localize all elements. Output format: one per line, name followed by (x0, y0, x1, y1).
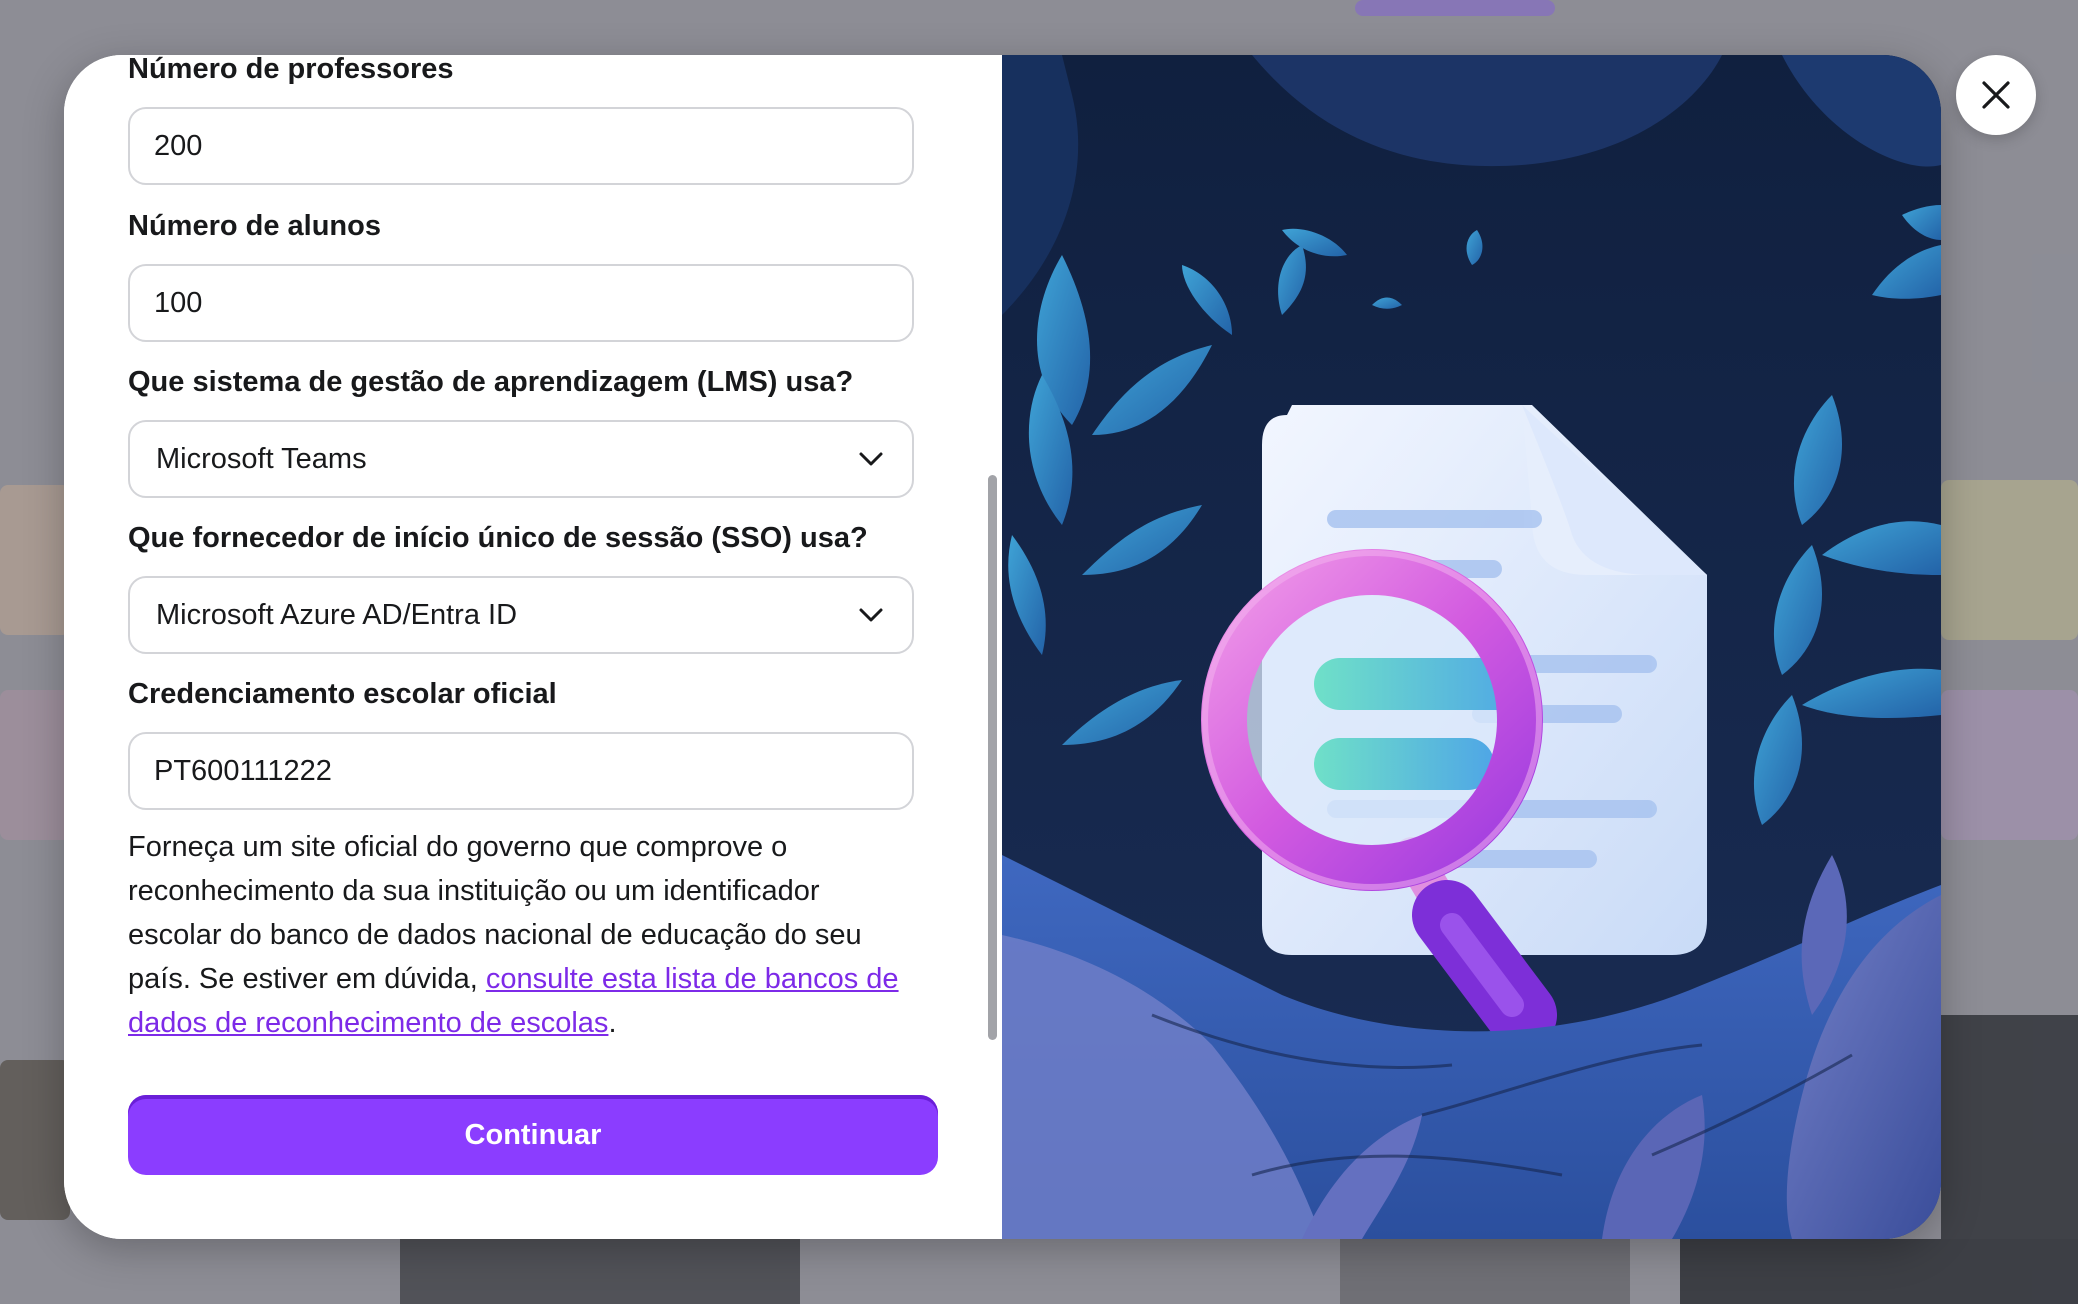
form-scrollbar[interactable] (988, 475, 997, 1040)
chevron-down-icon (856, 444, 886, 474)
continue-button[interactable]: Continuar (128, 1095, 938, 1175)
accreditation-label: Credenciamento escolar oficial (128, 678, 557, 710)
sso-select[interactable]: Microsoft Azure AD/Entra ID (128, 576, 914, 654)
accreditation-help-text: Forneça um site oficial do governo que c… (128, 825, 918, 1045)
teachers-count-input[interactable] (128, 107, 914, 185)
lms-select-value: Microsoft Teams (156, 442, 367, 475)
school-verification-modal: Número de professores Número de alunos Q… (64, 55, 1941, 1239)
sso-label: Que fornecedor de início único de sessão… (128, 522, 868, 554)
teachers-count-label: Número de professores (128, 55, 454, 85)
students-count-input[interactable] (128, 264, 914, 342)
accreditation-input[interactable] (128, 732, 914, 810)
lms-select[interactable]: Microsoft Teams (128, 420, 914, 498)
close-icon (1979, 78, 2013, 112)
lms-label: Que sistema de gestão de aprendizagem (L… (128, 366, 854, 398)
help-text-end: . (608, 1007, 617, 1039)
chevron-down-icon (856, 600, 886, 630)
students-count-label: Número de alunos (128, 210, 381, 242)
scrollbar-thumb[interactable] (988, 475, 997, 1040)
form-pane: Número de professores Número de alunos Q… (64, 55, 1002, 1239)
illustration-pane (1002, 55, 1941, 1239)
sso-select-value: Microsoft Azure AD/Entra ID (156, 598, 518, 631)
document-magnifier-illustration (1002, 55, 1941, 1239)
close-button[interactable] (1956, 55, 2036, 135)
